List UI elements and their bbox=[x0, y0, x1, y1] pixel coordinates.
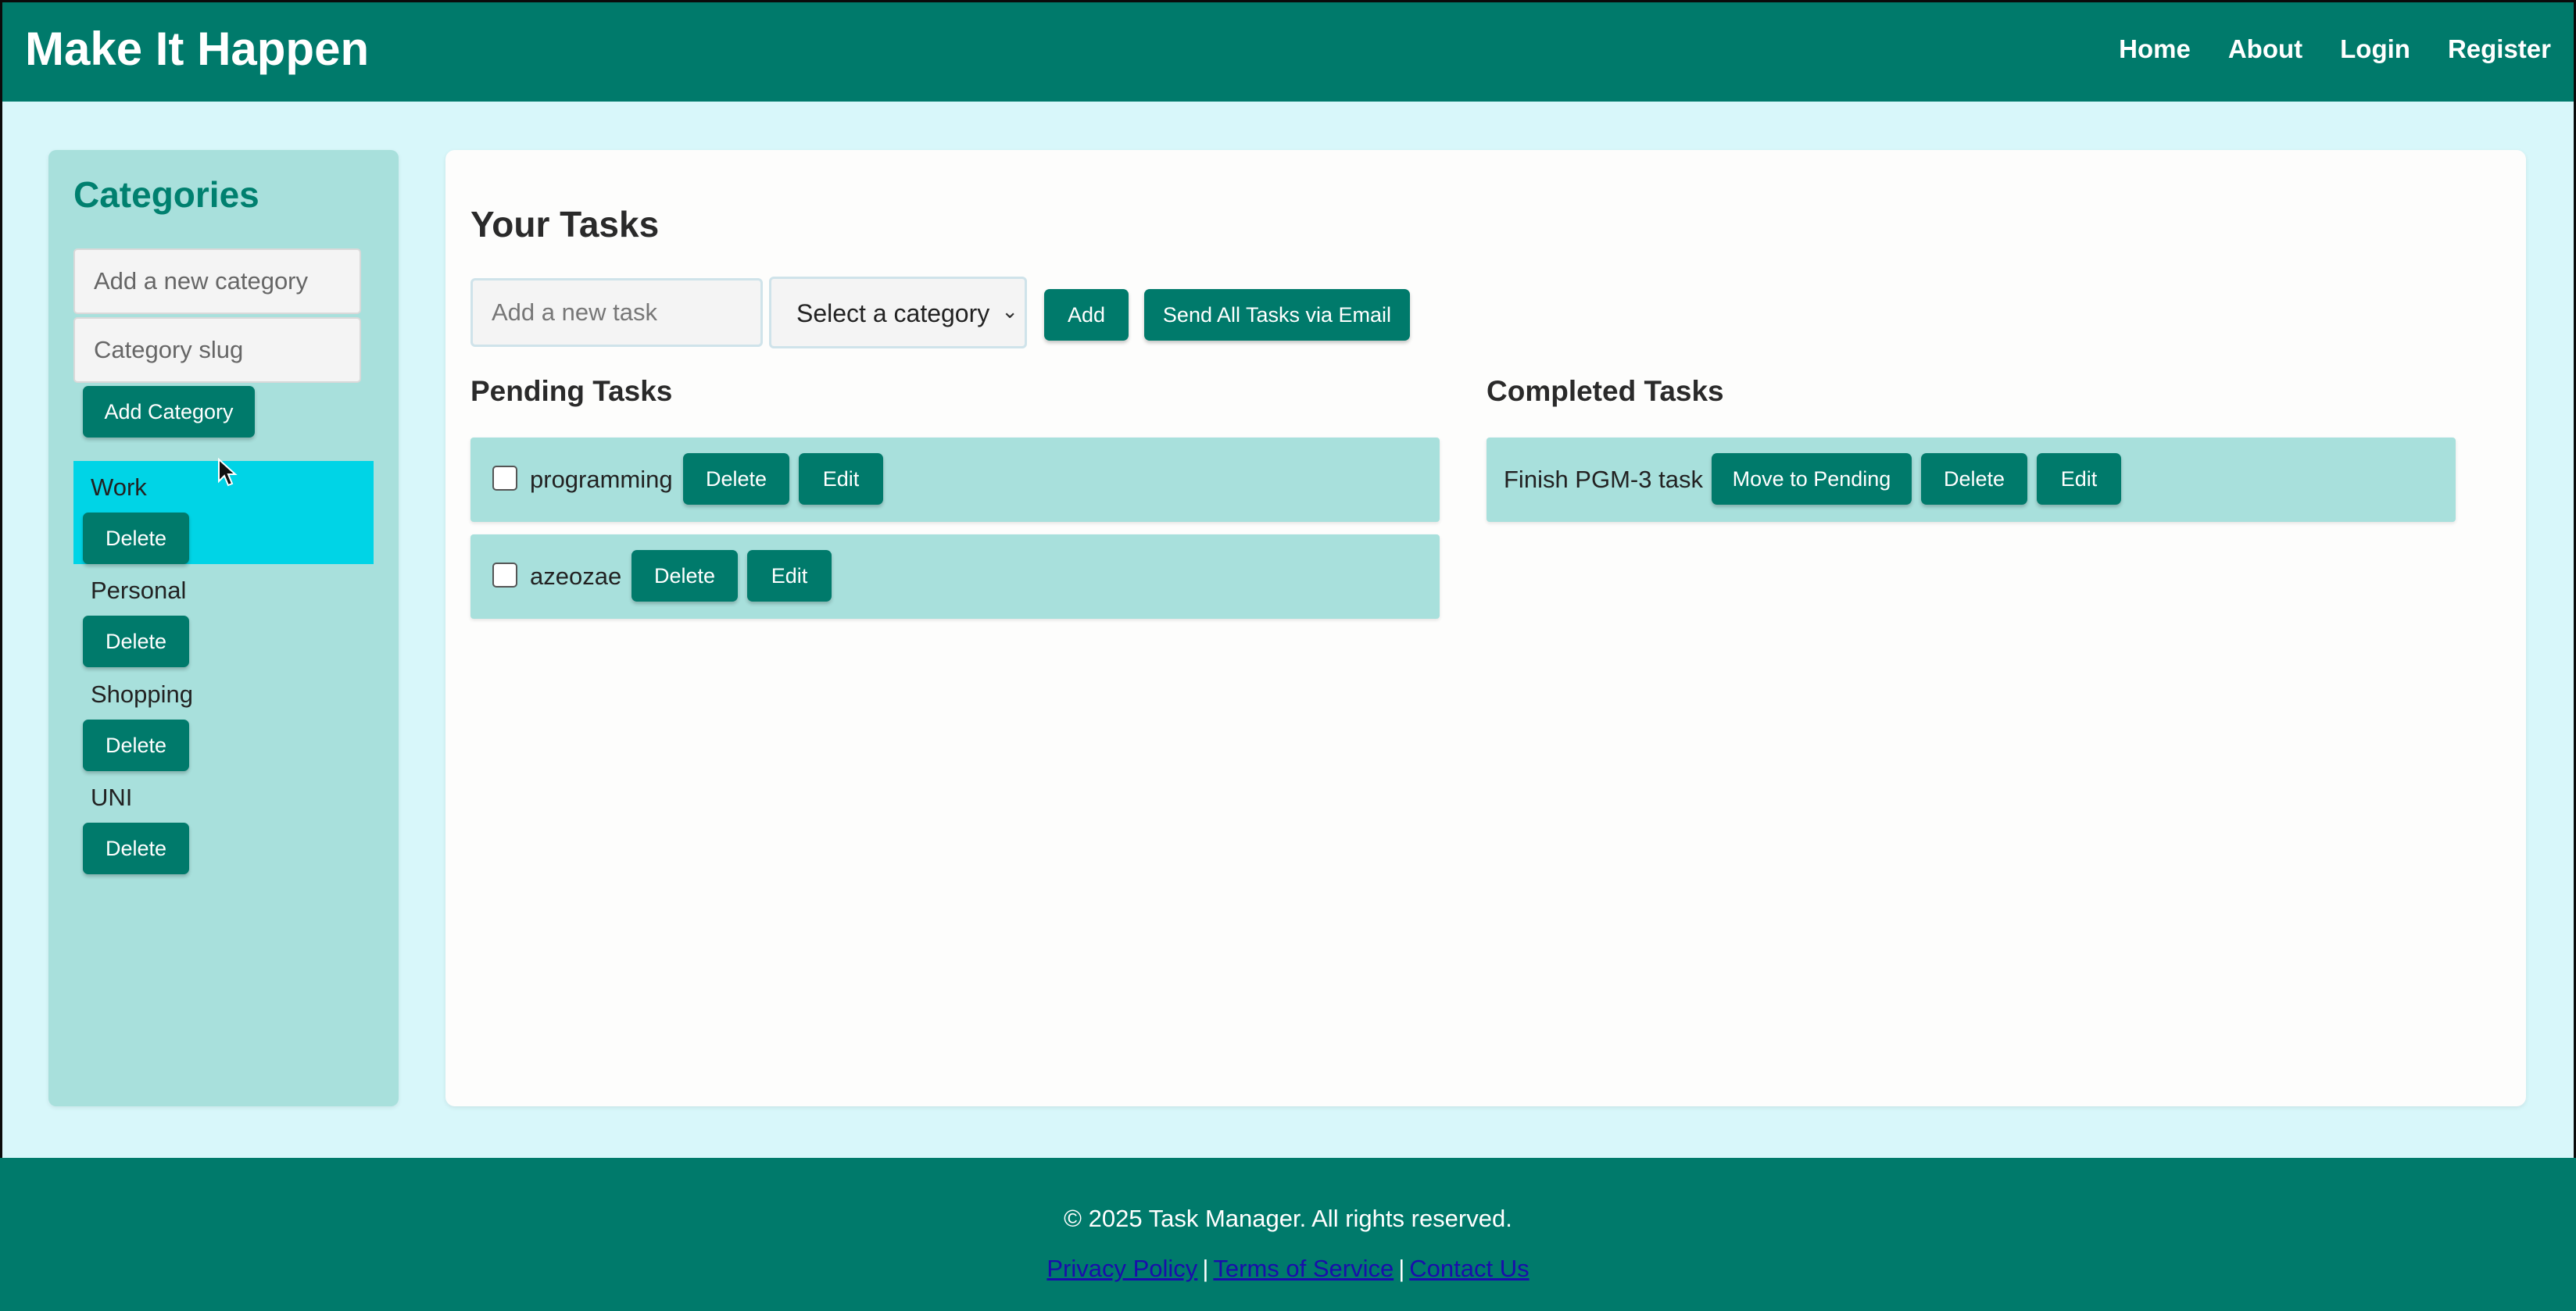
category-item-personal[interactable]: Personal Delete bbox=[73, 564, 374, 667]
page-footer: © 2025 Task Manager. All rights reserved… bbox=[0, 1158, 2576, 1311]
category-item-uni[interactable]: UNI Delete bbox=[73, 771, 374, 874]
add-task-button[interactable]: Add bbox=[1044, 289, 1129, 341]
category-label: Personal bbox=[91, 577, 187, 604]
category-label: Shopping bbox=[91, 681, 194, 708]
pending-tasks-title: Pending Tasks bbox=[470, 375, 673, 407]
nav-register-link[interactable]: Register bbox=[2448, 34, 2551, 64]
new-task-input[interactable] bbox=[470, 278, 763, 347]
completed-task-row: Finish PGM-3 task Move to Pending Delete… bbox=[1487, 438, 2456, 522]
edit-task-button[interactable]: Edit bbox=[799, 453, 883, 505]
delete-task-button[interactable]: Delete bbox=[683, 453, 789, 505]
category-slug-input[interactable] bbox=[73, 317, 361, 383]
link-separator: | bbox=[1202, 1255, 1209, 1282]
tasks-panel: Your Tasks Select a category ⌄ Add Send … bbox=[445, 150, 2526, 1106]
task-checkbox[interactable] bbox=[492, 466, 517, 491]
top-header: Make It Happen Home About Login Register bbox=[0, 0, 2576, 102]
move-to-pending-button[interactable]: Move to Pending bbox=[1712, 453, 1912, 505]
delete-category-button[interactable]: Delete bbox=[83, 720, 189, 771]
add-category-button[interactable]: Add Category bbox=[83, 386, 255, 438]
completed-tasks-title: Completed Tasks bbox=[1487, 375, 1724, 407]
delete-category-button[interactable]: Delete bbox=[83, 823, 189, 874]
category-label: Work bbox=[91, 473, 147, 501]
chevron-down-icon: ⌄ bbox=[1001, 299, 1018, 323]
pending-task-row: azeozae Delete Edit bbox=[470, 534, 1440, 619]
nav-home-link[interactable]: Home bbox=[2119, 34, 2191, 64]
task-checkbox[interactable] bbox=[492, 563, 517, 588]
delete-task-button[interactable]: Delete bbox=[1921, 453, 2027, 505]
task-name: azeozae bbox=[530, 563, 622, 590]
delete-category-button[interactable]: Delete bbox=[83, 616, 189, 667]
task-name: Finish PGM-3 task bbox=[1504, 466, 1703, 493]
pending-task-row: programming Delete Edit bbox=[470, 438, 1440, 522]
delete-task-button[interactable]: Delete bbox=[631, 550, 738, 602]
category-label: UNI bbox=[91, 784, 133, 811]
mouse-cursor-icon bbox=[218, 458, 238, 487]
nav-login-link[interactable]: Login bbox=[2340, 34, 2410, 64]
edit-task-button[interactable]: Edit bbox=[747, 550, 832, 602]
edit-task-button[interactable]: Edit bbox=[2037, 453, 2121, 505]
contact-us-link[interactable]: Contact Us bbox=[1409, 1255, 1529, 1282]
window-border bbox=[0, 0, 2576, 2]
send-email-button[interactable]: Send All Tasks via Email bbox=[1144, 289, 1410, 341]
brand-title[interactable]: Make It Happen bbox=[25, 22, 369, 76]
new-category-input[interactable] bbox=[73, 248, 361, 314]
nav-about-link[interactable]: About bbox=[2228, 34, 2302, 64]
copyright-text: © 2025 Task Manager. All rights reserved… bbox=[1064, 1205, 1512, 1232]
footer-links: Privacy Policy | Terms of Service | Contact … bbox=[0, 1255, 2576, 1283]
categories-sidebar: Categories Add Category Work Delete Pers… bbox=[48, 150, 399, 1106]
terms-of-service-link[interactable]: Terms of Service bbox=[1213, 1255, 1394, 1282]
link-separator: | bbox=[1398, 1255, 1405, 1282]
category-item-shopping[interactable]: Shopping Delete bbox=[73, 668, 374, 771]
categories-title: Categories bbox=[73, 174, 259, 215]
delete-category-button[interactable]: Delete bbox=[83, 513, 189, 564]
privacy-policy-link[interactable]: Privacy Policy bbox=[1046, 1255, 1197, 1282]
category-select[interactable]: Select a category ⌄ bbox=[769, 277, 1027, 348]
window-border bbox=[0, 0, 2, 1311]
page-title: Your Tasks bbox=[470, 204, 660, 245]
main-nav: Home About Login Register bbox=[2119, 34, 2551, 64]
category-select-value: Select a category bbox=[796, 299, 990, 327]
task-name: programming bbox=[530, 466, 673, 493]
